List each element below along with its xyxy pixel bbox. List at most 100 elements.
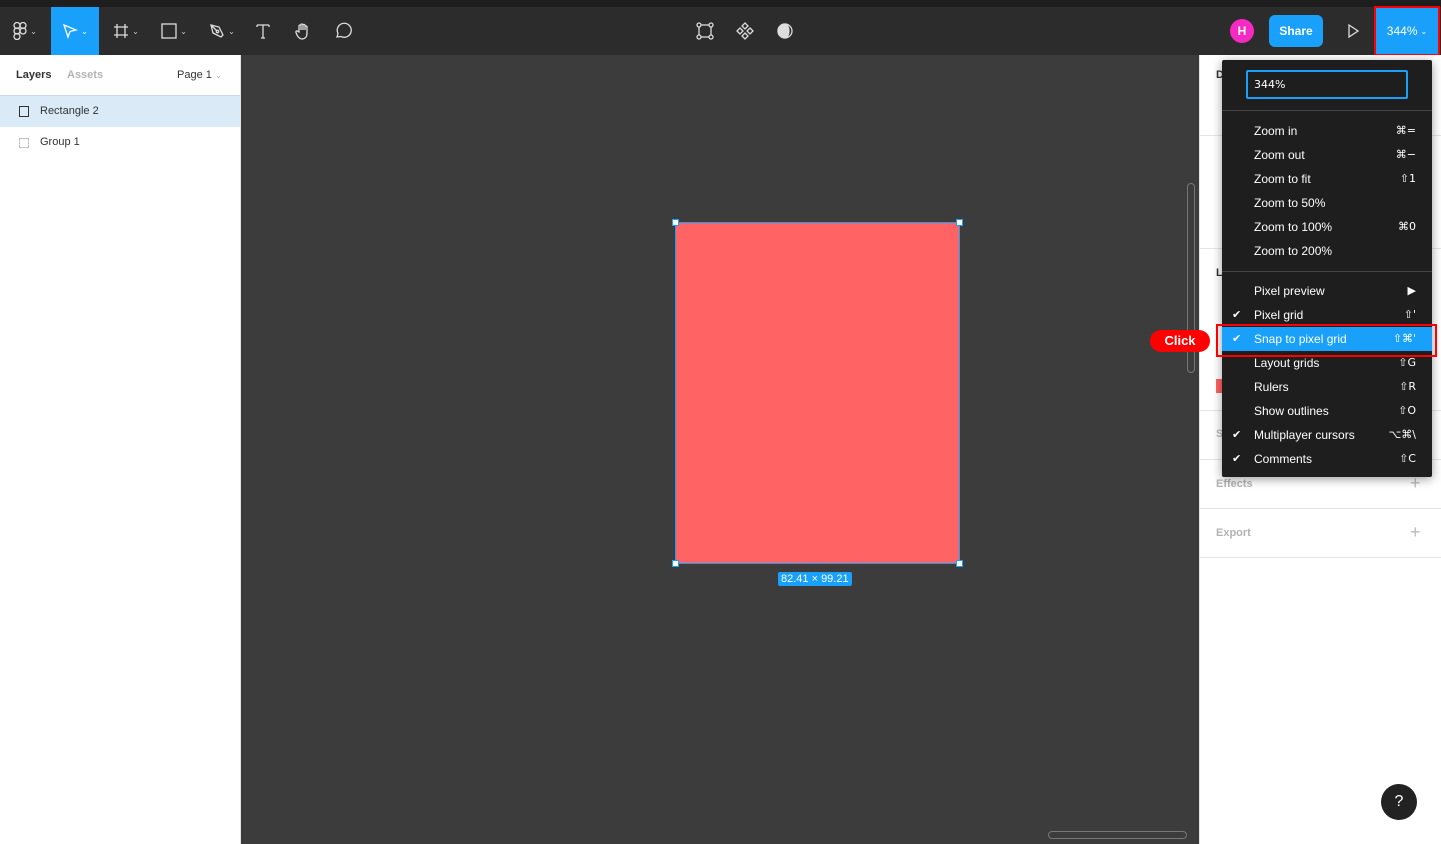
resize-handle[interactable] [956, 219, 963, 226]
group-icon [19, 138, 29, 148]
text-tool-button[interactable] [248, 7, 278, 55]
resize-handle[interactable] [956, 560, 963, 567]
shortcut: ⇧1 [1399, 172, 1416, 185]
menu-item-zoom-to-50-[interactable]: Zoom to 50% [1222, 191, 1432, 215]
page-selector[interactable]: Page 1 ⌄ [177, 69, 222, 81]
layer-item-group-1[interactable]: Group 1 [0, 127, 240, 159]
present-button[interactable] [1338, 7, 1368, 55]
comment-icon [336, 22, 352, 38]
layer-item-rectangle-2[interactable]: Rectangle 2 [0, 95, 240, 127]
divider [1200, 557, 1441, 558]
component-icon [736, 22, 754, 40]
play-icon [1348, 24, 1360, 38]
move-tool-button[interactable]: ⌄ [51, 7, 99, 55]
shortcut: ⇧O [1398, 404, 1416, 417]
menu-item-label: Zoom to 100% [1254, 220, 1333, 234]
contrast-icon [777, 23, 793, 39]
horizontal-scrollbar[interactable] [1048, 831, 1187, 839]
chevron-down-icon: ⌄ [1420, 26, 1428, 36]
menu-item-label: Zoom in [1254, 124, 1298, 138]
menu-item-zoom-to-100-[interactable]: Zoom to 100% ⌘0 [1222, 215, 1432, 239]
menu-item-show-outlines[interactable]: Show outlines ⇧O [1222, 399, 1432, 423]
comment-tool-button[interactable] [328, 7, 358, 55]
menu-item-pixel-preview[interactable]: Pixel preview ▶ [1222, 279, 1432, 303]
menu-item-label: Rulers [1254, 380, 1289, 394]
toolbar: ⌄ ⌄ ⌄ ⌄ ⌄ H Share 344% ⌄ [0, 6, 1441, 56]
effects-heading: Effects [1216, 478, 1253, 490]
hand-icon [295, 23, 308, 40]
rectangle-icon [161, 23, 177, 39]
menu-item-multiplayer-cursors[interactable]: ✔ Multiplayer cursors ⌥⌘\ [1222, 423, 1432, 447]
divider [1222, 110, 1432, 111]
menu-item-zoom-to-fit[interactable]: Zoom to fit ⇧1 [1222, 167, 1432, 191]
text-icon [256, 24, 270, 39]
frame-icon [114, 24, 129, 38]
resize-handle[interactable] [672, 219, 679, 226]
menu-item-label: Zoom to 200% [1254, 244, 1333, 258]
page-name: Page 1 [177, 69, 212, 81]
figma-logo-icon [13, 22, 27, 40]
checkmark-icon: ✔ [1232, 429, 1242, 441]
menu-item-label: Zoom out [1254, 148, 1305, 162]
divider [1222, 271, 1432, 272]
tab-layers[interactable]: Layers [16, 69, 51, 81]
menu-item-rulers[interactable]: Rulers ⇧R [1222, 375, 1432, 399]
chevron-down-icon: ⌄ [30, 26, 37, 36]
menu-item-comments[interactable]: ✔ Comments ⇧C [1222, 447, 1432, 471]
chevron-down-icon: ⌄ [214, 71, 222, 80]
menu-item-zoom-in[interactable]: Zoom in ⌘= [1222, 119, 1432, 143]
main-menu-button[interactable]: ⌄ [0, 7, 50, 55]
help-button[interactable]: ? [1381, 784, 1417, 820]
frame-tool-button[interactable]: ⌄ [104, 7, 148, 55]
shortcut: ⇧C [1399, 452, 1416, 465]
shape-tool-button[interactable]: ⌄ [152, 7, 196, 55]
click-annotation: Click [1150, 330, 1210, 352]
divider [1200, 508, 1441, 509]
layer-name: Rectangle 2 [40, 105, 99, 117]
menu-item-label: Pixel preview [1254, 284, 1325, 298]
checkmark-icon: ✔ [1232, 453, 1242, 465]
zoom-level: 344% [1386, 24, 1418, 38]
transform-icon [696, 22, 714, 40]
shortcut: ⇧R [1399, 380, 1416, 393]
avatar[interactable]: H [1230, 19, 1254, 43]
component-edit-button[interactable] [690, 7, 720, 55]
tab-assets[interactable]: Assets [67, 69, 103, 81]
zoom-menu: Zoom in⌘=Zoom out⌘−Zoom to fit⇧1Zoom to … [1222, 60, 1432, 477]
menu-item-label: Comments [1254, 452, 1313, 466]
menu-item-zoom-out[interactable]: Zoom out ⌘− [1222, 143, 1432, 167]
layers-panel: Layers Assets Page 1 ⌄ Rectangle 2 Group… [0, 55, 241, 844]
chevron-down-icon: ⌄ [81, 26, 88, 36]
export-heading: Export [1216, 527, 1251, 539]
components-button[interactable] [730, 7, 760, 55]
tab-strip [0, 0, 1441, 7]
chevron-down-icon: ⌄ [132, 26, 139, 36]
rectangle-2-shape[interactable] [672, 219, 963, 567]
zoom-dropdown-button[interactable]: 344% ⌄ [1374, 6, 1440, 56]
rectangle-icon [19, 106, 29, 117]
cursor-icon [63, 23, 79, 39]
resize-handle[interactable] [672, 560, 679, 567]
menu-item-label: Multiplayer cursors [1254, 428, 1355, 442]
menu-item-zoom-to-200-[interactable]: Zoom to 200% [1222, 239, 1432, 263]
zoom-input[interactable] [1246, 70, 1408, 99]
shortcut: ⌘0 [1398, 220, 1416, 233]
layer-name: Group 1 [40, 136, 80, 148]
share-button[interactable]: Share [1269, 15, 1323, 47]
shortcut: ▶ [1407, 284, 1416, 297]
hand-tool-button[interactable] [288, 7, 318, 55]
pen-tool-button[interactable]: ⌄ [200, 7, 244, 55]
size-label: 82.41 × 99.21 [778, 572, 852, 586]
theme-button[interactable] [770, 7, 800, 55]
pen-icon [210, 24, 224, 38]
chevron-down-icon: ⌄ [180, 26, 187, 36]
highlight-box [1216, 324, 1437, 357]
menu-item-label: Zoom to fit [1254, 172, 1311, 186]
add-export-plus-icon[interactable]: + [1410, 522, 1421, 543]
menu-item-label: Zoom to 50% [1254, 196, 1326, 210]
chevron-down-icon: ⌄ [228, 26, 235, 36]
shortcut: ⌥⌘\ [1388, 428, 1416, 441]
shortcut: ⌘− [1395, 148, 1416, 161]
shortcut: ⌘= [1395, 124, 1416, 137]
menu-item-label: Show outlines [1254, 404, 1329, 418]
